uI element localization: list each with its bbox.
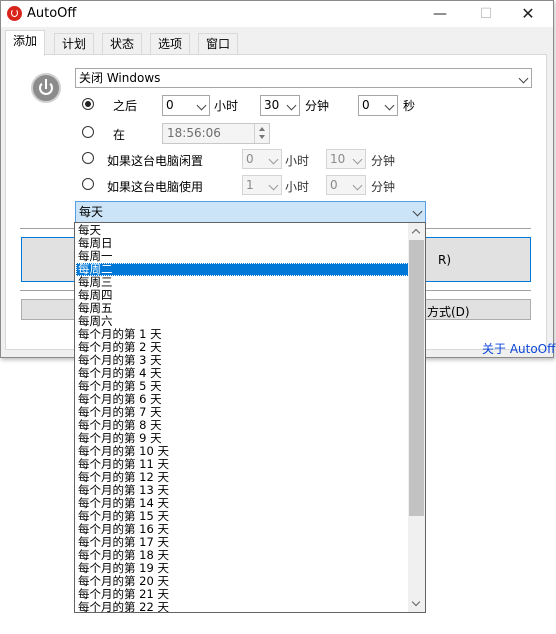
dropdown-option[interactable]: 每个月的第 20 天 [76,575,411,588]
scroll-down-arrow-icon[interactable] [411,597,421,607]
dropdown-option[interactable]: 每个月的第 19 天 [76,562,411,575]
after-minutes-value: 30 [264,98,280,112]
frequency-dropdown-list[interactable]: 每天 每周日 每周一 每周二 每周三 每周四 每周五 每周六 每个月的第 1 天每个月的第 2 … [74,222,426,613]
dropdown-option[interactable]: 每周日 [76,237,411,250]
chevron-down-icon [352,180,363,191]
method-button-label-tail: 方式(D) [427,305,470,319]
spin-down-icon[interactable] [259,135,265,139]
dropdown-option[interactable]: 每个月的第 18 天 [76,549,411,562]
minimize-button[interactable]: — [417,1,463,27]
chevron-down-icon [384,100,395,111]
radio-after[interactable] [82,98,94,110]
dropdown-option[interactable]: 每个月的第 4 天 [76,367,411,380]
dropdown-option[interactable]: 每个月的第 12 天 [76,471,411,484]
dropdown-option[interactable]: 每个月的第 14 天 [76,497,411,510]
used-hours-unit: 小时 [285,180,310,194]
scrollbar-thumb[interactable] [409,240,424,516]
after-seconds-unit: 秒 [403,99,416,113]
add-button-label-tail: R) [438,253,452,267]
chevron-down-icon [352,154,363,165]
dropdown-option[interactable]: 每个月的第 11 天 [76,458,411,471]
dropdown-option[interactable]: 每周二 [76,263,411,276]
idle-minutes-select[interactable]: 10 [326,149,366,169]
chevron-down-icon [518,73,529,84]
power-app-icon [7,6,22,21]
dropdown-option[interactable]: 每个月的第 16 天 [76,523,411,536]
maximize-button: ☐ [479,6,493,22]
dropdown-option[interactable]: 每个月的第 9 天 [76,432,411,445]
dropdown-option[interactable]: 每个月的第 15 天 [76,510,411,523]
dropdown-option[interactable]: 每周一 [76,250,411,263]
tab-status[interactable]: 状态 [102,33,143,54]
scroll-up-arrow-icon[interactable] [411,228,421,238]
dropdown-option[interactable]: 每天 [76,224,411,237]
dropdown-option[interactable]: 每个月的第 5 天 [76,380,411,393]
tab-schedule[interactable]: 计划 [54,33,95,54]
dropdown-option[interactable]: 每个月的第 17 天 [76,536,411,549]
after-minutes-select[interactable]: 30 [260,95,300,116]
dropdown-option[interactable]: 每周五 [76,302,411,315]
dropdown-option[interactable]: 每周四 [76,289,411,302]
after-hours-select[interactable]: 0 [162,95,210,116]
window-title: AutoOff [27,6,77,21]
power-icon [31,73,61,103]
chevron-down-icon [268,154,279,165]
used-minutes-unit: 分钟 [371,180,396,194]
idle-minutes-value: 10 [330,152,346,166]
dropdown-scrollbar[interactable] [408,223,425,612]
radio-at[interactable] [82,126,94,138]
close-button[interactable]: ✕ [505,1,551,27]
dropdown-option[interactable]: 每个月的第 22 天 [76,601,411,612]
after-hours-unit: 小时 [214,99,239,113]
radio-used[interactable] [82,178,94,190]
after-hours-value: 0 [166,98,174,112]
at-label: 在 [113,128,126,142]
dropdown-option[interactable]: 每个月的第 21 天 [76,588,411,601]
chevron-down-icon [196,100,207,111]
dropdown-option[interactable]: 每个月的第 10 天 [76,445,411,458]
dropdown-option[interactable]: 每周三 [76,276,411,289]
title-bar: AutoOff — ☐ ✕ [1,1,553,27]
after-seconds-value: 0 [362,98,370,112]
frequency-select[interactable]: 每天 [75,201,426,223]
idle-hours-value: 0 [246,152,254,166]
dropdown-option[interactable]: 每个月的第 3 天 [76,354,411,367]
used-label: 如果这台电脑使用 [107,180,204,194]
dropdown-option[interactable]: 每个月的第 2 天 [76,341,411,354]
used-hours-value: 1 [246,178,254,192]
dropdown-option[interactable]: 每个月的第 1 天 [76,328,411,341]
chevron-down-icon [286,100,297,111]
tab-options[interactable]: 选项 [150,33,191,54]
spin-up-icon[interactable] [259,127,265,131]
dropdown-option[interactable]: 每个月的第 8 天 [76,419,411,432]
dropdown-option[interactable]: 每个月的第 7 天 [76,406,411,419]
tab-window[interactable]: 窗口 [198,33,239,54]
dropdown-option[interactable]: 每周六 [76,315,411,328]
chevron-down-icon [268,180,279,191]
idle-minutes-unit: 分钟 [371,154,396,168]
spin-buttons[interactable] [254,124,269,143]
idle-hours-select[interactable]: 0 [242,149,282,169]
after-minutes-unit: 分钟 [305,99,330,113]
chevron-down-icon [412,206,423,217]
action-select[interactable]: 关闭 Windows [75,68,532,88]
idle-label: 如果这台电脑闲置 [107,154,204,168]
used-hours-select[interactable]: 1 [242,175,282,195]
dropdown-option[interactable]: 每个月的第 13 天 [76,484,411,497]
frequency-select-value: 每天 [79,205,104,219]
used-minutes-select[interactable]: 0 [326,175,366,195]
after-label: 之后 [113,99,138,113]
idle-hours-unit: 小时 [285,154,310,168]
time-value: 18:56:06 [167,126,221,140]
after-seconds-select[interactable]: 0 [358,95,398,116]
action-select-value: 关闭 Windows [79,71,161,85]
tab-add[interactable]: 添加 [5,30,46,56]
time-spinner[interactable]: 18:56:06 [162,123,270,144]
about-link[interactable]: 关于 AutoOff [482,340,555,357]
radio-idle[interactable] [82,152,94,164]
dropdown-option[interactable]: 每个月的第 6 天 [76,393,411,406]
used-minutes-value: 0 [330,178,338,192]
